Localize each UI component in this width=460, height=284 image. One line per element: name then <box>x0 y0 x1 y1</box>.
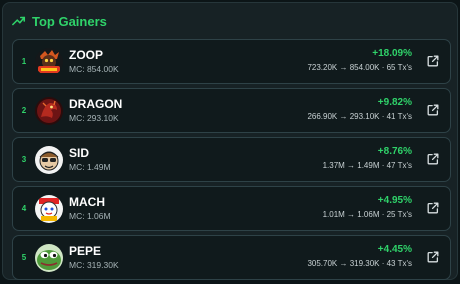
market-cap: MC: 854.00K <box>69 64 119 74</box>
token-name[interactable]: SID <box>69 146 111 160</box>
token-info: PEPE MC: 319.30K <box>69 244 119 271</box>
change-detail: 266.90K → 293.10K · 41 Tx's <box>307 112 412 121</box>
percent-change: +4.95% <box>377 195 412 206</box>
panel-header: Top Gainers <box>12 12 107 30</box>
token-row-sid[interactable]: 3 SID MC: 1.49M +8.76% 1.37M → 1.49M · 4… <box>12 137 451 182</box>
token-name[interactable]: DRAGON <box>69 97 122 111</box>
percent-change: +9.82% <box>377 97 412 108</box>
market-cap: MC: 293.10K <box>69 113 119 123</box>
token-stats: +9.82% 266.90K → 293.10K · 41 Tx's <box>307 96 412 123</box>
rank-number: 3 <box>21 155 27 164</box>
change-detail: 723.20K → 854.00K · 65 Tx's <box>307 63 412 72</box>
trending-up-icon <box>12 14 26 28</box>
market-cap: MC: 319.30K <box>69 260 119 270</box>
token-stats: +4.95% 1.01M → 1.06M · 25 Tx's <box>323 194 412 221</box>
token-info: MACH MC: 1.06M <box>69 195 111 222</box>
token-info: SID MC: 1.49M <box>69 146 111 173</box>
token-row-mach[interactable]: 4 MACH MC: 1.06M +4.95% 1.01M → 1.06M · … <box>12 186 451 231</box>
sid-avatar-icon <box>35 145 63 174</box>
token-row-pepe[interactable]: 5 PEPE MC: 319.30K +4.45% 305.70K → 319.… <box>12 235 451 280</box>
external-link-icon[interactable] <box>426 103 440 117</box>
external-link-icon[interactable] <box>426 250 440 264</box>
change-detail: 305.70K → 319.30K · 43 Tx's <box>307 259 412 268</box>
external-link-icon[interactable] <box>426 201 440 215</box>
token-stats: +8.76% 1.37M → 1.49M · 47 Tx's <box>323 145 412 172</box>
top-gainers-panel: Top Gainers 1 ZOOP MC: 854.00K +18.09% 7… <box>2 2 458 280</box>
pepe-avatar-icon <box>35 243 63 272</box>
panel-title: Top Gainers <box>32 13 107 29</box>
dragon-avatar-icon <box>35 96 63 125</box>
rank-number: 2 <box>21 106 27 115</box>
percent-change: +18.09% <box>372 48 412 59</box>
rank-number: 1 <box>21 57 27 66</box>
token-row-zoop[interactable]: 1 ZOOP MC: 854.00K +18.09% 723.20K → 854… <box>12 39 451 84</box>
token-stats: +18.09% 723.20K → 854.00K · 65 Tx's <box>307 47 412 74</box>
token-stats: +4.45% 305.70K → 319.30K · 43 Tx's <box>307 243 412 270</box>
token-name[interactable]: ZOOP <box>69 48 119 62</box>
mach-avatar-icon <box>35 194 63 223</box>
token-info: DRAGON MC: 293.10K <box>69 97 122 124</box>
zoop-avatar-icon <box>35 47 63 76</box>
gainers-list: 1 ZOOP MC: 854.00K +18.09% 723.20K → 854… <box>12 39 451 284</box>
market-cap: MC: 1.49M <box>69 162 111 172</box>
percent-change: +8.76% <box>377 146 412 157</box>
rank-number: 5 <box>21 253 27 262</box>
market-cap: MC: 1.06M <box>69 211 111 221</box>
external-link-icon[interactable] <box>426 152 440 166</box>
token-name[interactable]: MACH <box>69 195 111 209</box>
change-detail: 1.01M → 1.06M · 25 Tx's <box>322 210 412 219</box>
token-row-dragon[interactable]: 2 DRAGON MC: 293.10K +9.82% 266.90K → 29… <box>12 88 451 133</box>
percent-change: +4.45% <box>377 244 412 255</box>
token-info: ZOOP MC: 854.00K <box>69 48 119 75</box>
change-detail: 1.37M → 1.49M · 47 Tx's <box>322 161 412 170</box>
external-link-icon[interactable] <box>426 54 440 68</box>
rank-number: 4 <box>21 204 27 213</box>
token-name[interactable]: PEPE <box>69 244 119 258</box>
